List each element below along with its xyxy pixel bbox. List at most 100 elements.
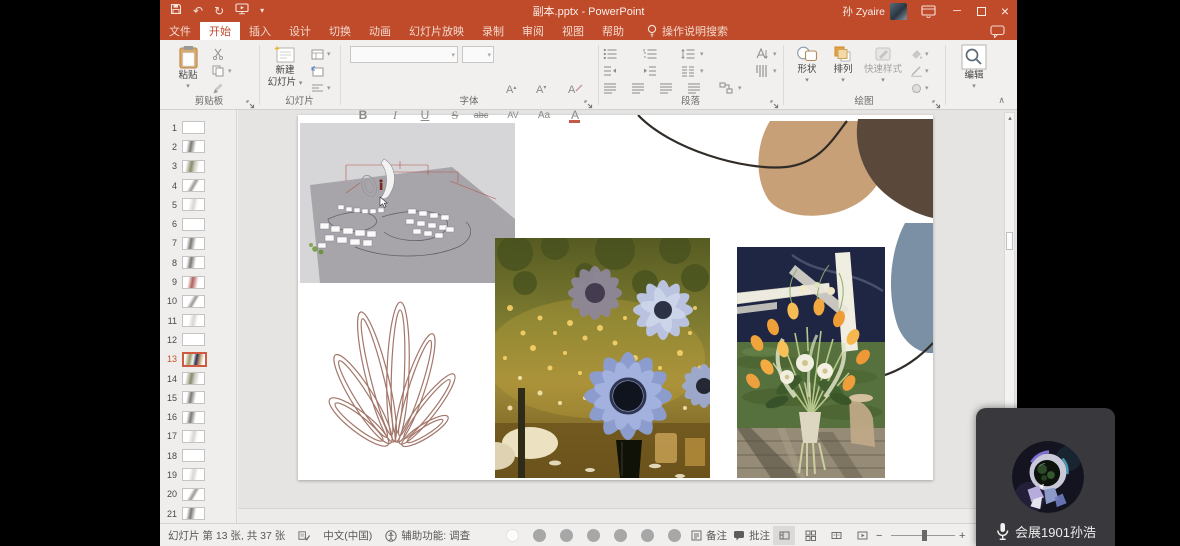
slide-thumbnail[interactable]: 18 <box>160 446 236 465</box>
slideshow-view-button[interactable] <box>851 526 873 545</box>
font-color-button[interactable]: A <box>565 106 585 124</box>
tab-home[interactable]: 开始 <box>200 22 240 40</box>
font-size-combobox[interactable]: ▾ <box>462 46 494 63</box>
slide-thumbnail[interactable]: 6 <box>160 214 236 233</box>
slide-thumbnail[interactable]: 3 <box>160 157 236 176</box>
tell-me-search[interactable]: 操作说明搜索 <box>647 22 728 40</box>
copy-button[interactable] <box>210 64 226 78</box>
language-status[interactable]: 中文(中国) <box>323 528 372 543</box>
slide-thumbnail[interactable]: 21 <box>160 504 236 523</box>
zoom-out-button[interactable]: − <box>876 524 882 546</box>
annotation-dot[interactable] <box>560 529 573 542</box>
slide-thumbnail[interactable]: 15 <box>160 388 236 407</box>
save-icon[interactable] <box>170 2 182 20</box>
font-name-combobox[interactable]: ▾ <box>350 46 458 63</box>
annotation-dot-active[interactable] <box>506 529 519 542</box>
tab-record[interactable]: 录制 <box>473 22 513 40</box>
scrollbar-thumb[interactable] <box>1006 232 1013 250</box>
accessibility-status[interactable]: 辅助功能: 调查 <box>385 528 470 543</box>
annotation-dot[interactable] <box>533 529 546 542</box>
leaf-line-art[interactable] <box>324 302 461 453</box>
annotation-dot[interactable] <box>614 529 627 542</box>
shape-fill-button[interactable] <box>908 47 924 61</box>
bouquet-photo[interactable] <box>733 247 885 478</box>
shape-outline-button[interactable] <box>908 64 924 78</box>
tab-help[interactable]: 帮助 <box>593 22 633 40</box>
bold-button[interactable]: B <box>353 106 373 124</box>
gerbera-night-photo[interactable] <box>475 230 727 478</box>
slide-thumbnail[interactable]: 8 <box>160 253 236 272</box>
normal-view-button[interactable] <box>773 526 795 545</box>
slide-thumbnail[interactable]: 19 <box>160 465 236 484</box>
comments-bubble-icon[interactable] <box>990 25 1005 43</box>
annotation-dot[interactable] <box>641 529 654 542</box>
character-spacing-button[interactable]: AV <box>503 106 523 124</box>
customize-qat-caret-icon[interactable]: ▾ <box>260 7 264 15</box>
annotation-dot[interactable] <box>587 529 600 542</box>
account-name[interactable]: 孙 Zyaire <box>842 4 885 19</box>
start-slideshow-icon[interactable] <box>235 2 249 20</box>
slide-counter[interactable]: 幻灯片 第 13 张, 共 37 张 <box>168 528 285 543</box>
ribbon-display-options-icon[interactable] <box>917 0 939 22</box>
strikethrough-button[interactable]: S <box>445 106 465 124</box>
text-direction-button[interactable] <box>754 47 770 61</box>
slide-thumbnail[interactable]: 1 <box>160 118 236 137</box>
slide-canvas[interactable]: ▴ <box>238 110 1017 523</box>
notes-button[interactable]: 备注 <box>691 524 727 546</box>
annotation-dot[interactable] <box>668 529 681 542</box>
arrange-button[interactable]: 排列 ▾ <box>826 45 860 84</box>
collapse-ribbon-icon[interactable]: ∧ <box>998 95 1005 106</box>
tab-design[interactable]: 设计 <box>280 22 320 40</box>
tab-animations[interactable]: 动画 <box>360 22 400 40</box>
spellcheck-icon[interactable] <box>298 530 310 542</box>
zoom-slider-handle[interactable] <box>922 530 927 541</box>
slide-sorter-view-button[interactable] <box>799 526 821 545</box>
align-text-button[interactable] <box>754 64 770 78</box>
account-avatar[interactable] <box>890 3 907 20</box>
slide-thumbnail[interactable]: 17 <box>160 427 236 446</box>
new-slide-button[interactable]: 新建 幻灯片 ▾ <box>264 45 306 89</box>
underline-button[interactable]: U <box>415 106 435 124</box>
cut-button[interactable] <box>210 47 226 61</box>
paste-button[interactable]: 粘贴 ▾ <box>170 45 206 90</box>
slide-thumbnail-selected[interactable]: 13 <box>160 350 236 369</box>
copy-caret-icon[interactable]: ▾ <box>228 68 232 75</box>
change-case-button[interactable]: Aa <box>534 106 554 124</box>
comments-button[interactable]: 批注 <box>733 524 770 546</box>
webcam-overlay[interactable]: 会展1901孙浩 <box>976 408 1115 546</box>
tab-file[interactable]: 文件 <box>160 22 200 40</box>
slide-thumbnail[interactable]: 9 <box>160 272 236 291</box>
slide-thumbnail[interactable]: 10 <box>160 292 236 311</box>
decrease-indent-button[interactable] <box>602 64 618 78</box>
tab-view[interactable]: 视图 <box>553 22 593 40</box>
editing-button[interactable]: 编辑 ▾ <box>952 44 996 90</box>
slide-thumbnail[interactable]: 16 <box>160 407 236 426</box>
sketchup-site-plan-image[interactable] <box>300 123 515 283</box>
current-slide[interactable] <box>298 115 933 480</box>
slide-thumbnail[interactable]: 12 <box>160 330 236 349</box>
line-spacing-button[interactable] <box>680 47 696 61</box>
redo-icon[interactable]: ↻ <box>214 5 224 17</box>
italic-button[interactable]: I <box>385 106 405 124</box>
tab-insert[interactable]: 插入 <box>240 22 280 40</box>
slide-thumbnail[interactable]: 20 <box>160 485 236 504</box>
bullets-button[interactable] <box>602 47 618 61</box>
slide-thumbnail[interactable]: 2 <box>160 137 236 156</box>
tab-review[interactable]: 审阅 <box>513 22 553 40</box>
close-button[interactable]: × <box>993 0 1017 22</box>
reading-view-button[interactable] <box>825 526 847 545</box>
slide-thumbnail[interactable]: 7 <box>160 234 236 253</box>
clipboard-dialog-launcher-icon[interactable] <box>246 96 255 105</box>
scroll-up-icon[interactable]: ▴ <box>1006 114 1014 122</box>
minimize-button[interactable]: ─ <box>945 0 969 22</box>
maximize-button[interactable] <box>969 0 993 22</box>
numbering-button[interactable] <box>642 47 658 61</box>
tab-slideshow[interactable]: 幻灯片放映 <box>400 22 473 40</box>
font-dialog-launcher-icon[interactable] <box>584 96 593 105</box>
drawing-dialog-launcher-icon[interactable] <box>932 96 941 105</box>
slide-thumbnail-panel[interactable]: 1 2 3 4 5 6 7 8 9 10 11 12 13 14 15 16 1… <box>160 110 237 523</box>
undo-icon[interactable]: ↶ <box>193 5 203 17</box>
shapes-button[interactable]: 形状 ▾ <box>790 45 824 84</box>
columns-button[interactable] <box>680 64 696 78</box>
slide-thumbnail[interactable]: 5 <box>160 195 236 214</box>
